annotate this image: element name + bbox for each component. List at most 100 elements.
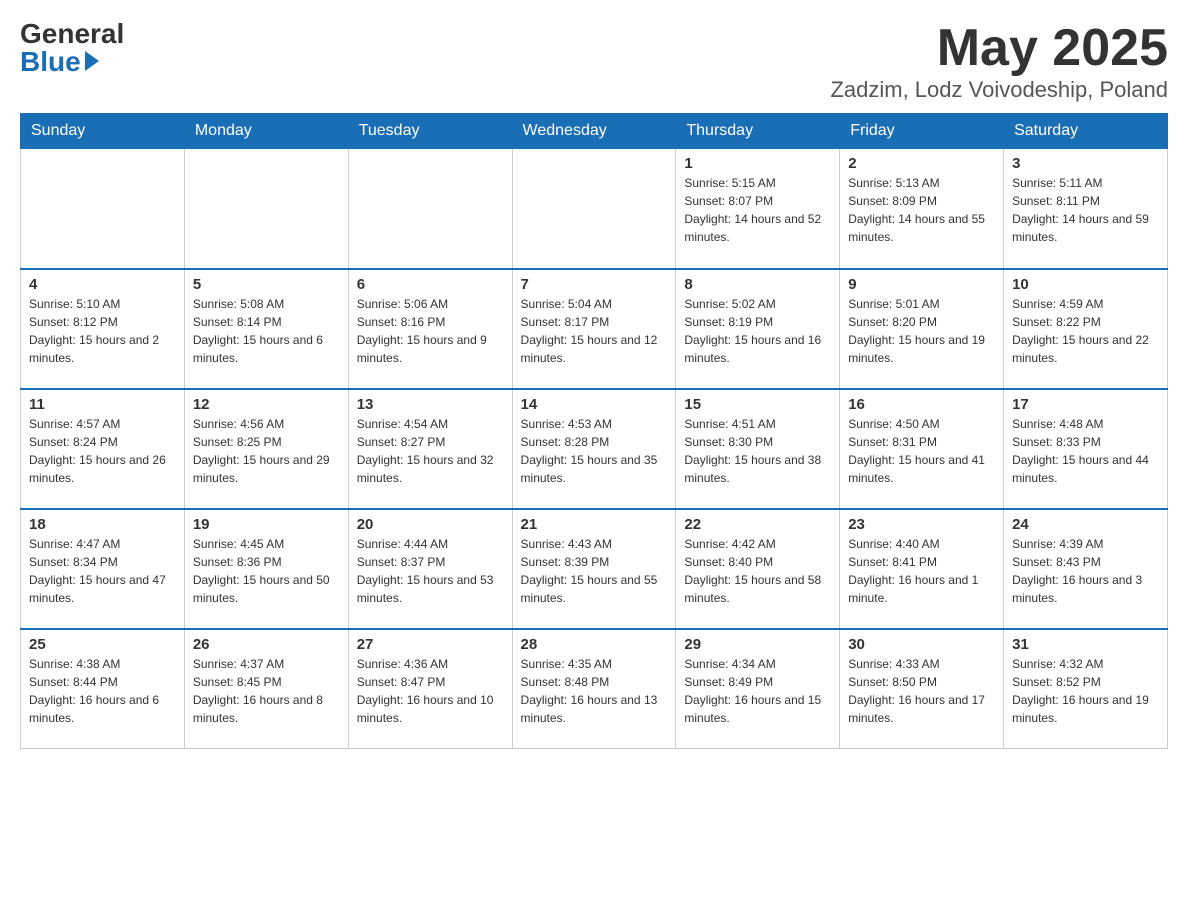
logo-general-text: General <box>20 20 124 48</box>
day-number: 19 <box>193 516 340 533</box>
day-number: 15 <box>684 396 831 413</box>
calendar-cell <box>348 149 512 269</box>
day-number: 13 <box>357 396 504 413</box>
calendar-cell: 20 Sunrise: 4:44 AM Sunset: 8:37 PM Dayli… <box>348 509 512 629</box>
calendar-cell: 21 Sunrise: 4:43 AM Sunset: 8:39 PM Dayli… <box>512 509 676 629</box>
day-number: 12 <box>193 396 340 413</box>
calendar-cell: 24 Sunrise: 4:39 AM Sunset: 8:43 PM Dayli… <box>1004 509 1168 629</box>
day-number: 10 <box>1012 276 1159 293</box>
calendar-cell: 11 Sunrise: 4:57 AM Sunset: 8:24 PM Dayli… <box>21 389 185 509</box>
calendar-cell: 9 Sunrise: 5:01 AM Sunset: 8:20 PM Daylig… <box>840 269 1004 389</box>
calendar-header-thursday: Thursday <box>676 114 840 149</box>
day-number: 9 <box>848 276 995 293</box>
calendar-cell: 19 Sunrise: 4:45 AM Sunset: 8:36 PM Dayli… <box>184 509 348 629</box>
day-info: Sunrise: 5:01 AM Sunset: 8:20 PM Dayligh… <box>848 295 995 367</box>
day-number: 7 <box>521 276 668 293</box>
calendar-cell: 16 Sunrise: 4:50 AM Sunset: 8:31 PM Dayli… <box>840 389 1004 509</box>
day-number: 26 <box>193 636 340 653</box>
logo-triangle-icon <box>85 51 99 71</box>
day-info: Sunrise: 5:13 AM Sunset: 8:09 PM Dayligh… <box>848 174 995 246</box>
day-info: Sunrise: 5:11 AM Sunset: 8:11 PM Dayligh… <box>1012 174 1159 246</box>
calendar-header-monday: Monday <box>184 114 348 149</box>
day-number: 6 <box>357 276 504 293</box>
day-info: Sunrise: 4:48 AM Sunset: 8:33 PM Dayligh… <box>1012 415 1159 487</box>
day-info: Sunrise: 4:51 AM Sunset: 8:30 PM Dayligh… <box>684 415 831 487</box>
day-info: Sunrise: 4:32 AM Sunset: 8:52 PM Dayligh… <box>1012 655 1159 727</box>
day-number: 22 <box>684 516 831 533</box>
day-info: Sunrise: 5:06 AM Sunset: 8:16 PM Dayligh… <box>357 295 504 367</box>
calendar-header-tuesday: Tuesday <box>348 114 512 149</box>
calendar-cell: 31 Sunrise: 4:32 AM Sunset: 8:52 PM Dayli… <box>1004 629 1168 749</box>
calendar-header-saturday: Saturday <box>1004 114 1168 149</box>
calendar-cell <box>184 149 348 269</box>
day-number: 1 <box>684 155 831 172</box>
calendar-cell: 17Sunrise: 4:48 AM Sunset: 8:33 PM Dayli… <box>1004 389 1168 509</box>
day-info: Sunrise: 4:37 AM Sunset: 8:45 PM Dayligh… <box>193 655 340 727</box>
day-info: Sunrise: 4:34 AM Sunset: 8:49 PM Dayligh… <box>684 655 831 727</box>
calendar-header-sunday: Sunday <box>21 114 185 149</box>
day-info: Sunrise: 4:45 AM Sunset: 8:36 PM Dayligh… <box>193 535 340 607</box>
calendar-cell: 27Sunrise: 4:36 AM Sunset: 8:47 PM Dayli… <box>348 629 512 749</box>
day-number: 24 <box>1012 516 1159 533</box>
month-title: May 2025 <box>830 20 1168 77</box>
day-number: 20 <box>357 516 504 533</box>
calendar-cell: 8Sunrise: 5:02 AM Sunset: 8:19 PM Daylig… <box>676 269 840 389</box>
calendar-week-row: 11 Sunrise: 4:57 AM Sunset: 8:24 PM Dayli… <box>21 389 1168 509</box>
calendar-cell: 12Sunrise: 4:56 AM Sunset: 8:25 PM Dayli… <box>184 389 348 509</box>
day-number: 23 <box>848 516 995 533</box>
day-number: 14 <box>521 396 668 413</box>
calendar-cell: 15 Sunrise: 4:51 AM Sunset: 8:30 PM Dayli… <box>676 389 840 509</box>
calendar-cell: 18 Sunrise: 4:47 AM Sunset: 8:34 PM Dayli… <box>21 509 185 629</box>
day-number: 2 <box>848 155 995 172</box>
calendar-cell: 2 Sunrise: 5:13 AM Sunset: 8:09 PM Daylig… <box>840 149 1004 269</box>
day-info: Sunrise: 4:35 AM Sunset: 8:48 PM Dayligh… <box>521 655 668 727</box>
calendar-cell: 7 Sunrise: 5:04 AM Sunset: 8:17 PM Daylig… <box>512 269 676 389</box>
day-number: 11 <box>29 396 176 413</box>
day-info: Sunrise: 4:50 AM Sunset: 8:31 PM Dayligh… <box>848 415 995 487</box>
day-info: Sunrise: 4:53 AM Sunset: 8:28 PM Dayligh… <box>521 415 668 487</box>
day-info: Sunrise: 4:47 AM Sunset: 8:34 PM Dayligh… <box>29 535 176 607</box>
day-info: Sunrise: 4:57 AM Sunset: 8:24 PM Dayligh… <box>29 415 176 487</box>
calendar-cell <box>512 149 676 269</box>
day-number: 31 <box>1012 636 1159 653</box>
day-info: Sunrise: 5:15 AM Sunset: 8:07 PM Dayligh… <box>684 174 831 246</box>
day-info: Sunrise: 5:02 AM Sunset: 8:19 PM Dayligh… <box>684 295 831 367</box>
day-number: 21 <box>521 516 668 533</box>
calendar-cell: 29 Sunrise: 4:34 AM Sunset: 8:49 PM Dayli… <box>676 629 840 749</box>
calendar-cell: 25Sunrise: 4:38 AM Sunset: 8:44 PM Dayli… <box>21 629 185 749</box>
day-info: Sunrise: 4:44 AM Sunset: 8:37 PM Dayligh… <box>357 535 504 607</box>
calendar-cell: 30 Sunrise: 4:33 AM Sunset: 8:50 PM Dayli… <box>840 629 1004 749</box>
title-section: May 2025 Zadzim, Lodz Voivodeship, Polan… <box>830 20 1168 103</box>
day-info: Sunrise: 4:33 AM Sunset: 8:50 PM Dayligh… <box>848 655 995 727</box>
day-info: Sunrise: 4:38 AM Sunset: 8:44 PM Dayligh… <box>29 655 176 727</box>
day-info: Sunrise: 5:08 AM Sunset: 8:14 PM Dayligh… <box>193 295 340 367</box>
calendar-week-row: 18 Sunrise: 4:47 AM Sunset: 8:34 PM Dayli… <box>21 509 1168 629</box>
day-number: 28 <box>521 636 668 653</box>
day-info: Sunrise: 4:54 AM Sunset: 8:27 PM Dayligh… <box>357 415 504 487</box>
calendar-header-row: SundayMondayTuesdayWednesdayThursdayFrid… <box>21 114 1168 149</box>
day-number: 5 <box>193 276 340 293</box>
day-info: Sunrise: 4:42 AM Sunset: 8:40 PM Dayligh… <box>684 535 831 607</box>
day-info: Sunrise: 4:59 AM Sunset: 8:22 PM Dayligh… <box>1012 295 1159 367</box>
calendar-cell: 5 Sunrise: 5:08 AM Sunset: 8:14 PM Daylig… <box>184 269 348 389</box>
day-info: Sunrise: 4:36 AM Sunset: 8:47 PM Dayligh… <box>357 655 504 727</box>
logo-blue-text: Blue <box>20 48 81 76</box>
day-number: 30 <box>848 636 995 653</box>
day-number: 16 <box>848 396 995 413</box>
calendar-cell: 13 Sunrise: 4:54 AM Sunset: 8:27 PM Dayli… <box>348 389 512 509</box>
day-info: Sunrise: 4:43 AM Sunset: 8:39 PM Dayligh… <box>521 535 668 607</box>
calendar-cell: 23Sunrise: 4:40 AM Sunset: 8:41 PM Dayli… <box>840 509 1004 629</box>
day-number: 18 <box>29 516 176 533</box>
calendar-header-wednesday: Wednesday <box>512 114 676 149</box>
day-info: Sunrise: 4:39 AM Sunset: 8:43 PM Dayligh… <box>1012 535 1159 607</box>
calendar-cell: 26 Sunrise: 4:37 AM Sunset: 8:45 PM Dayli… <box>184 629 348 749</box>
calendar-cell: 28 Sunrise: 4:35 AM Sunset: 8:48 PM Dayli… <box>512 629 676 749</box>
calendar-cell: 10 Sunrise: 4:59 AM Sunset: 8:22 PM Dayli… <box>1004 269 1168 389</box>
calendar-cell: 1 Sunrise: 5:15 AM Sunset: 8:07 PM Daylig… <box>676 149 840 269</box>
day-number: 29 <box>684 636 831 653</box>
calendar-cell <box>21 149 185 269</box>
calendar-cell: 3Sunrise: 5:11 AM Sunset: 8:11 PM Daylig… <box>1004 149 1168 269</box>
day-info: Sunrise: 5:10 AM Sunset: 8:12 PM Dayligh… <box>29 295 176 367</box>
logo: General Blue <box>20 20 124 76</box>
day-info: Sunrise: 5:04 AM Sunset: 8:17 PM Dayligh… <box>521 295 668 367</box>
